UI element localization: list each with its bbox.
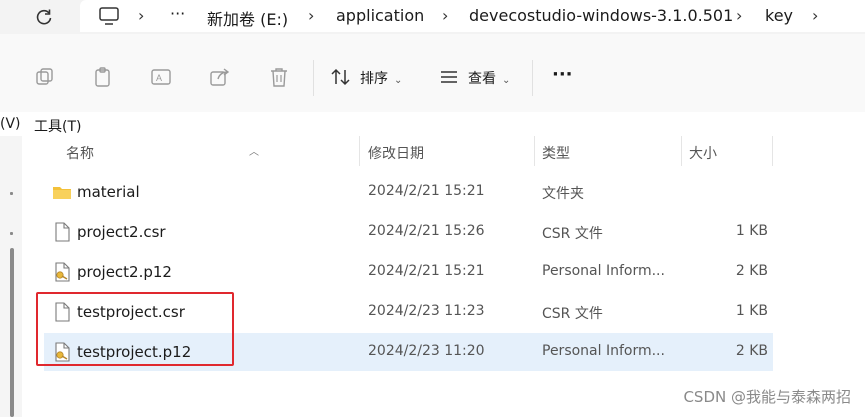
file-type: 文件夹 xyxy=(542,186,584,202)
file-name: material xyxy=(77,183,140,201)
menu-bar: (V) 工具(T) xyxy=(0,112,865,136)
file-list: 名称 ︿ 修改日期 类型 大小 material 2024/2/21 15:21… xyxy=(0,136,865,417)
file-type: CSR 文件 xyxy=(542,306,603,322)
file-date: 2024/2/23 11:23 xyxy=(368,303,485,319)
sort-label: 排序 xyxy=(360,71,388,87)
scrollbar-thumb[interactable] xyxy=(10,248,14,417)
column-header-row: 名称 ︿ 修改日期 类型 大小 xyxy=(44,136,773,166)
rename-icon[interactable]: A xyxy=(150,66,172,88)
breadcrumb: › ··· 新加卷 (E:) › application › devecostu… xyxy=(80,0,865,32)
watermark: CSDN @我能与泰森两招 xyxy=(683,388,851,406)
scroll-marker xyxy=(10,192,13,195)
paste-icon[interactable] xyxy=(92,66,114,88)
breadcrumb-application[interactable]: application xyxy=(336,6,424,25)
chevron-right-icon[interactable]: › xyxy=(138,6,144,25)
table-row[interactable]: material 2024/2/21 15:21 文件夹 xyxy=(44,173,773,211)
file-name: project2.csr xyxy=(77,223,166,241)
chevron-right-icon[interactable]: › xyxy=(736,6,742,25)
file-size: 2 KB xyxy=(735,343,768,359)
file-size: 1 KB xyxy=(735,303,768,319)
column-divider[interactable] xyxy=(772,136,773,166)
column-header-name[interactable]: 名称 xyxy=(66,143,94,163)
address-bar: › ··· 新加卷 (E:) › application › devecostu… xyxy=(0,0,865,35)
column-divider[interactable] xyxy=(359,136,360,166)
file-icon xyxy=(55,222,70,242)
sort-up-icon: ︿ xyxy=(249,147,259,158)
file-type: Personal Inform... xyxy=(542,343,665,359)
file-date: 2024/2/23 11:20 xyxy=(368,343,485,359)
more-options-button[interactable]: ··· xyxy=(552,64,573,85)
certificate-icon xyxy=(55,262,70,282)
file-type: Personal Inform... xyxy=(542,263,665,279)
column-header-type[interactable]: 类型 xyxy=(542,143,570,163)
column-divider[interactable] xyxy=(534,136,535,166)
toolbar-divider xyxy=(532,60,533,96)
file-size: 2 KB xyxy=(735,263,768,279)
breadcrumb-more[interactable]: ··· xyxy=(170,4,185,23)
breadcrumb-key[interactable]: key xyxy=(765,6,793,25)
column-divider[interactable] xyxy=(681,136,682,166)
table-row[interactable]: project2.csr 2024/2/21 15:26 CSR 文件 1 KB xyxy=(44,213,773,251)
chevron-right-icon[interactable]: › xyxy=(442,6,448,25)
breadcrumb-devecostudio[interactable]: devecostudio-windows-3.1.0.501 xyxy=(469,6,733,25)
file-date: 2024/2/21 15:21 xyxy=(368,263,485,279)
chevron-right-icon[interactable]: › xyxy=(308,6,314,25)
scrollbar[interactable] xyxy=(0,136,22,417)
view-label: 查看 xyxy=(468,71,496,87)
menu-view[interactable]: (V) xyxy=(0,116,21,132)
column-header-date[interactable]: 修改日期 xyxy=(368,143,424,163)
toolbar-divider xyxy=(313,60,314,96)
table-row[interactable]: project2.p12 2024/2/21 15:21 Personal In… xyxy=(44,253,773,291)
file-size: 1 KB xyxy=(735,223,768,239)
chevron-down-icon: ⌄ xyxy=(394,75,403,86)
file-date: 2024/2/21 15:21 xyxy=(368,183,485,199)
scroll-marker xyxy=(10,232,13,235)
view-icon[interactable] xyxy=(438,66,460,88)
share-icon[interactable] xyxy=(209,66,231,88)
refresh-icon[interactable] xyxy=(34,7,54,27)
svg-text:A: A xyxy=(156,73,162,83)
computer-icon[interactable] xyxy=(98,6,120,26)
breadcrumb-drive[interactable]: 新加卷 (E:) xyxy=(207,6,288,30)
file-type: CSR 文件 xyxy=(542,226,603,242)
sort-button[interactable]: 排序 ⌄ xyxy=(360,68,402,88)
sort-icon[interactable] xyxy=(330,66,352,88)
file-name: project2.p12 xyxy=(77,263,172,281)
menu-tools[interactable]: 工具(T) xyxy=(34,116,81,136)
copy-icon[interactable] xyxy=(34,66,56,88)
chevron-right-icon[interactable]: › xyxy=(812,6,818,25)
column-header-size[interactable]: 大小 xyxy=(689,143,717,163)
highlight-annotation-box xyxy=(36,292,234,366)
command-bar: A 排序 ⌄ 查看 ⌄ ··· xyxy=(0,34,865,113)
folder-icon xyxy=(53,187,71,199)
delete-icon[interactable] xyxy=(268,66,290,88)
file-date: 2024/2/21 15:26 xyxy=(368,223,485,239)
chevron-down-icon: ⌄ xyxy=(502,75,511,86)
view-button[interactable]: 查看 ⌄ xyxy=(468,68,510,88)
